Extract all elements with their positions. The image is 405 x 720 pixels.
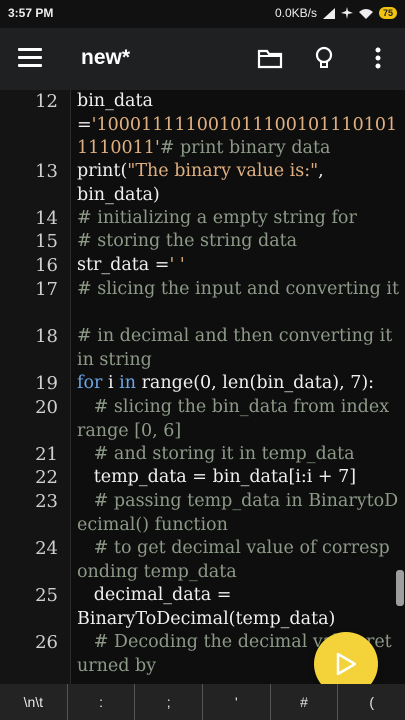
menu-icon[interactable]	[18, 48, 42, 68]
symbol-keyboard-bar: \n\t:; ' #(	[0, 684, 405, 720]
code-line[interactable]: temp_data = bin_data[i:i + 7]	[77, 466, 399, 490]
code-line[interactable]: # storing the string data	[77, 230, 399, 254]
code-token: "The binary value is:"	[127, 161, 319, 181]
code-token: range(0, len(bin_data), 7):	[136, 373, 375, 393]
play-icon	[336, 653, 356, 675]
code-token: ' '	[169, 255, 185, 275]
more-vert-icon[interactable]	[364, 44, 392, 72]
code-token: print(	[77, 161, 128, 181]
line-number: 20	[35, 397, 58, 418]
code-token: # slicing the input and converting it	[77, 279, 399, 299]
scroll-handle[interactable]	[396, 570, 404, 606]
lightbulb-icon[interactable]	[310, 44, 338, 72]
airplane-icon	[340, 7, 353, 19]
code-token: # initializing a empty string for	[77, 208, 357, 228]
signal-icon	[322, 7, 335, 19]
code-line[interactable]: decimal_data = BinaryToDecimal(temp_data…	[77, 584, 399, 631]
code-token: # slicing the bin_data from index range …	[77, 397, 395, 441]
symbol-key[interactable]: (	[338, 684, 405, 720]
line-number: 19	[35, 373, 58, 394]
line-number: 24	[35, 538, 58, 559]
status-icons: 0.0KB/s 75	[275, 6, 397, 20]
line-number: 16	[35, 255, 58, 276]
line-number: 22	[35, 467, 58, 488]
code-line[interactable]: # initializing a empty string for	[77, 207, 399, 231]
line-number: 21	[35, 444, 58, 465]
symbol-key[interactable]: '	[203, 684, 271, 720]
status-bar: 3:57 PM 0.0KB/s 75	[0, 0, 405, 28]
code-token: # and storing it in temp_data	[77, 444, 355, 464]
symbol-key[interactable]: #	[271, 684, 339, 720]
status-time: 3:57 PM	[8, 6, 54, 20]
line-number: 14	[35, 208, 58, 229]
line-number: 13	[35, 161, 58, 182]
code-line[interactable]: bin_data ='10001111100101110010111010111…	[77, 90, 399, 161]
line-number: 25	[35, 585, 58, 606]
folder-icon[interactable]	[256, 44, 284, 72]
code-token: # in decimal and then converting it in s…	[77, 326, 398, 370]
code-line[interactable]: # passing temp_data in BinarytoDecimal()…	[77, 490, 399, 537]
code-token: i	[102, 373, 120, 393]
code-line[interactable]: # to get decimal value of corresponding …	[77, 537, 399, 584]
symbol-key[interactable]: ;	[135, 684, 204, 720]
code-line[interactable]: print("The binary value is:", bin_data)	[77, 160, 399, 207]
code-token: temp_data = bin_data[i:i + 7]	[77, 467, 357, 487]
line-number: 12	[35, 91, 58, 112]
code-line[interactable]: # slicing the bin_data from index range …	[77, 396, 399, 443]
toolbar: new*	[0, 28, 405, 90]
symbol-key[interactable]: \n\t	[0, 684, 68, 720]
line-number: 23	[35, 491, 58, 512]
code-token: # storing the string data	[77, 231, 298, 251]
net-speed: 0.0KB/s	[274, 6, 317, 20]
code-token: # print binary data	[159, 138, 331, 158]
line-number: 18	[35, 326, 58, 347]
code-token: in	[119, 373, 136, 393]
code-token: str_data =	[77, 255, 170, 275]
wifi-icon	[358, 8, 373, 19]
line-number: 17	[35, 279, 58, 300]
code-token: decimal_data = BinaryToDecimal(temp_data…	[77, 585, 336, 629]
code-editor[interactable]: 12 bin_data ='100011111001011100101110101…	[0, 90, 405, 684]
code-line[interactable]: for i in range(0, len(bin_data), 7):	[77, 372, 399, 396]
code-line[interactable]: # in decimal and then converting it in s…	[77, 325, 399, 372]
symbol-key[interactable]: :	[68, 684, 136, 720]
battery-icon: 75	[378, 7, 397, 19]
code-token: for	[77, 373, 103, 393]
line-number: 26	[35, 632, 58, 653]
code-line[interactable]: # slicing the input and converting it	[77, 278, 399, 302]
code-token: # passing temp_data in BinarytoDecimal()…	[77, 491, 399, 535]
code-token: # to get decimal value of corresponding …	[77, 538, 390, 582]
code-line[interactable]: # and storing it in temp_data	[77, 443, 399, 467]
file-title: new*	[81, 46, 131, 69]
line-number: 15	[35, 231, 58, 252]
code-line[interactable]: str_data =' '	[77, 254, 399, 278]
